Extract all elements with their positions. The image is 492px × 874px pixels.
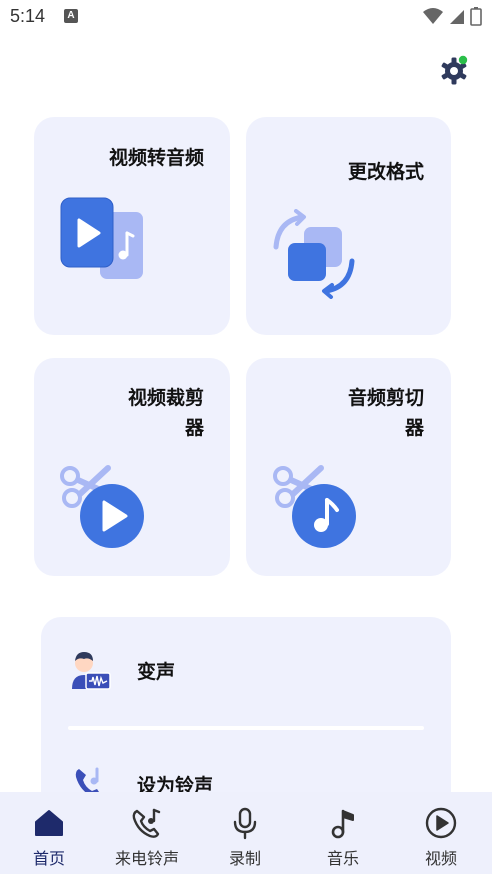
video-to-audio-icon	[60, 197, 143, 279]
audio-cut-title: 音频剪切 器	[348, 383, 424, 443]
audio-cut-title-line2: 器	[404, 417, 424, 439]
voice-changer-label: 变声	[137, 661, 176, 683]
settings-button[interactable]	[438, 54, 470, 86]
change-format-card[interactable]: 更改格式	[246, 117, 451, 335]
tab-home[interactable]: 首页	[0, 792, 98, 874]
video-trim-title-line2: 器	[184, 417, 204, 439]
video-to-audio-card[interactable]: 视频转音频	[34, 117, 230, 335]
bottom-tab-bar: 首页 来电铃声 录制 音乐 视频	[0, 792, 492, 874]
video-trim-icon	[60, 465, 144, 548]
tab-incoming-ringtone-label: 来电铃声	[114, 849, 179, 868]
gear-icon	[441, 55, 468, 85]
tab-record[interactable]: 录制	[196, 792, 294, 874]
battery-icon	[470, 7, 482, 26]
tab-video[interactable]: 视频	[392, 792, 490, 874]
format-convert-icon	[273, 209, 355, 299]
play-circle-icon	[425, 807, 457, 839]
wifi-icon	[423, 8, 443, 24]
tab-record-label: 录制	[228, 849, 261, 868]
list-item-voice-changer[interactable]: 变声	[41, 631, 451, 711]
voice-changer-icon	[72, 652, 111, 690]
tab-video-label: 视频	[424, 849, 457, 868]
audio-cut-card[interactable]: 音频剪切 器	[246, 358, 451, 576]
change-format-title: 更改格式	[347, 161, 424, 183]
video-trim-title-line1: 视频裁剪	[127, 387, 204, 409]
phone-music-icon	[132, 808, 161, 838]
video-trim-title: 视频裁剪 器	[128, 383, 204, 443]
tab-music-label: 音乐	[326, 849, 359, 868]
feature-divider	[68, 726, 424, 730]
tab-incoming-ringtone[interactable]: 来电铃声	[98, 792, 196, 874]
feature-list: 变声 设为铃声	[41, 617, 451, 817]
audio-cut-title-line1: 音频剪切	[347, 387, 424, 409]
status-bar: 5:14 A	[0, 0, 492, 34]
status-time: 5:14	[10, 6, 46, 26]
video-to-audio-title: 视频转音频	[108, 147, 204, 169]
microphone-icon	[233, 807, 257, 840]
status-icons	[422, 6, 482, 26]
music-note-icon	[331, 809, 354, 839]
tab-home-label: 首页	[32, 849, 65, 868]
home-icon	[35, 810, 63, 836]
signal-icon	[450, 10, 464, 24]
video-trim-card[interactable]: 视频裁剪 器	[34, 358, 230, 576]
notification-icon: A	[64, 9, 78, 23]
tab-music[interactable]: 音乐	[294, 792, 392, 874]
audio-cut-icon	[273, 465, 356, 548]
